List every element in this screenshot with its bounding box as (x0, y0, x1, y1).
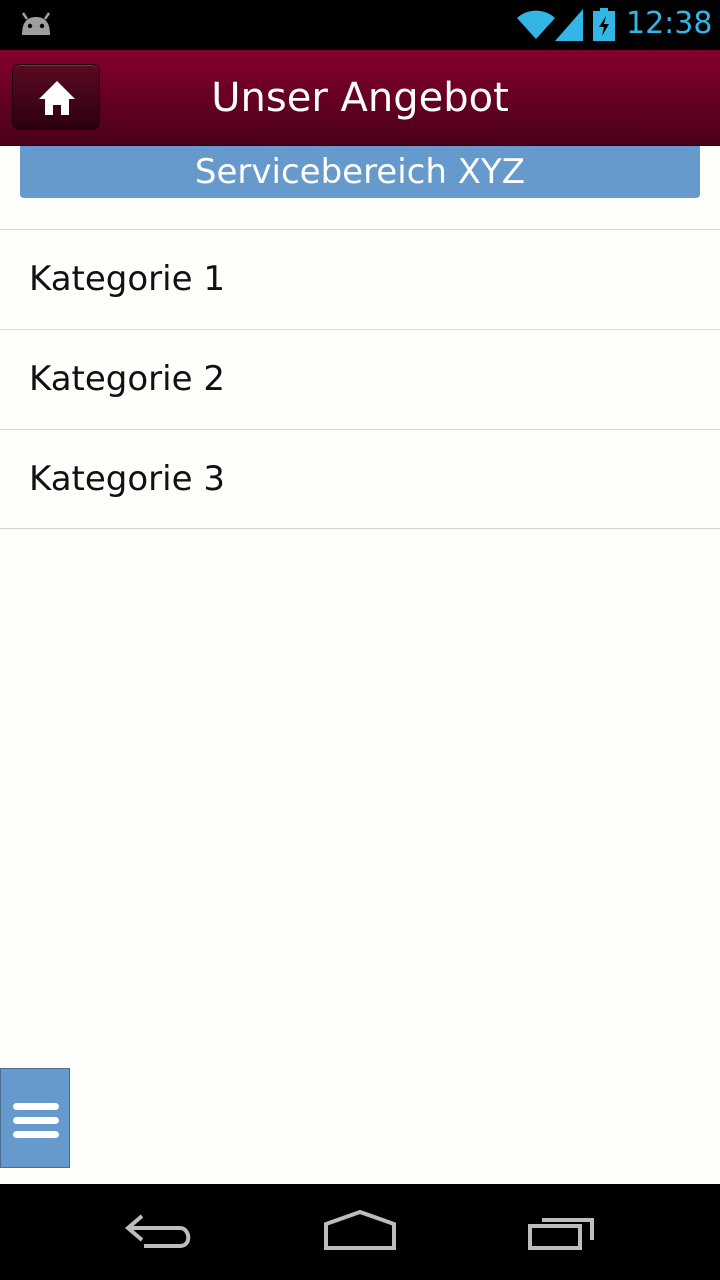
list-item-label: Kategorie 3 (29, 459, 225, 499)
app-header: Unser Angebot (0, 50, 720, 146)
page-title: Unser Angebot (211, 75, 509, 121)
list-item-label: Kategorie 1 (29, 259, 225, 299)
list-item[interactable]: Kategorie 1 (0, 229, 720, 329)
status-bar: 12:38 (0, 0, 720, 50)
category-list: Kategorie 1 Kategorie 2 Kategorie 3 (0, 229, 720, 529)
signal-icon (555, 9, 583, 41)
list-item[interactable]: Kategorie 2 (0, 329, 720, 429)
status-clock: 12:38 (626, 6, 713, 41)
battery-charging-icon (593, 8, 615, 41)
android-icon (21, 12, 51, 35)
home-icon (39, 81, 75, 115)
system-nav-bar (0, 1184, 720, 1280)
recent-apps-icon[interactable] (526, 1208, 598, 1252)
content-area: Servicebereich XYZ Kategorie 1 Kategorie… (0, 146, 720, 1184)
home-nav-icon[interactable] (322, 1208, 398, 1252)
hamburger-menu-icon (13, 1103, 59, 1138)
section-banner: Servicebereich XYZ (20, 146, 700, 198)
back-icon[interactable] (124, 1212, 196, 1252)
wifi-icon (517, 10, 555, 39)
list-item-label: Kategorie 2 (29, 359, 225, 399)
home-button[interactable] (12, 64, 100, 130)
list-item[interactable]: Kategorie 3 (0, 429, 720, 529)
menu-button[interactable] (0, 1068, 70, 1168)
